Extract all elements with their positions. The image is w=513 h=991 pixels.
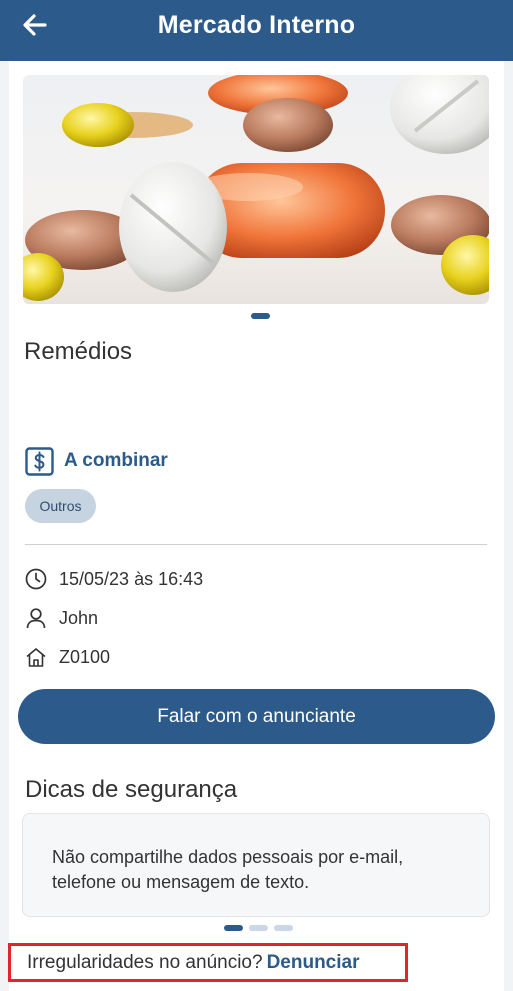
price-row: A combinar (25, 446, 168, 476)
image-carousel-indicator[interactable] (251, 313, 270, 319)
safety-tip-text: Não compartilhe dados pessoais por e-mai… (52, 847, 404, 892)
app-header: Mercado Interno (0, 0, 513, 61)
listing-location: Z0100 (59, 646, 111, 667)
category-badge: Outros (25, 489, 96, 523)
tip-dot[interactable] (249, 925, 268, 931)
date-row: 15/05/23 às 16:43 (25, 567, 203, 591)
contact-seller-button[interactable]: Falar com o anunciante (18, 689, 495, 744)
dollar-sign-icon (25, 446, 54, 476)
user-icon (26, 608, 46, 629)
listing-author: John (59, 607, 99, 628)
tip-dot[interactable] (274, 925, 293, 931)
listing-date: 15/05/23 às 16:43 (59, 568, 204, 589)
divider (25, 544, 487, 545)
price-label: A combinar (64, 450, 168, 471)
report-link[interactable]: Denunciar (267, 952, 360, 974)
author-row: John (25, 606, 98, 630)
tip-dot-active[interactable] (224, 925, 243, 931)
report-section: Irregularidades no anúncio? Denunciar (8, 943, 408, 982)
listing-image[interactable] (23, 75, 489, 304)
pills-illustration (23, 75, 489, 301)
safety-tip-card[interactable]: Não compartilhe dados pessoais por e-mai… (22, 813, 490, 917)
tips-carousel-indicator[interactable] (224, 925, 293, 931)
location-row: Z0100 (25, 645, 110, 669)
clock-icon (25, 568, 47, 590)
report-question: Irregularidades no anúncio? (27, 951, 263, 973)
listing-title: Remédios (24, 338, 133, 365)
page-title: Mercado Interno (157, 11, 356, 39)
home-icon (26, 648, 46, 667)
safety-tips-title: Dicas de segurança (25, 776, 238, 803)
